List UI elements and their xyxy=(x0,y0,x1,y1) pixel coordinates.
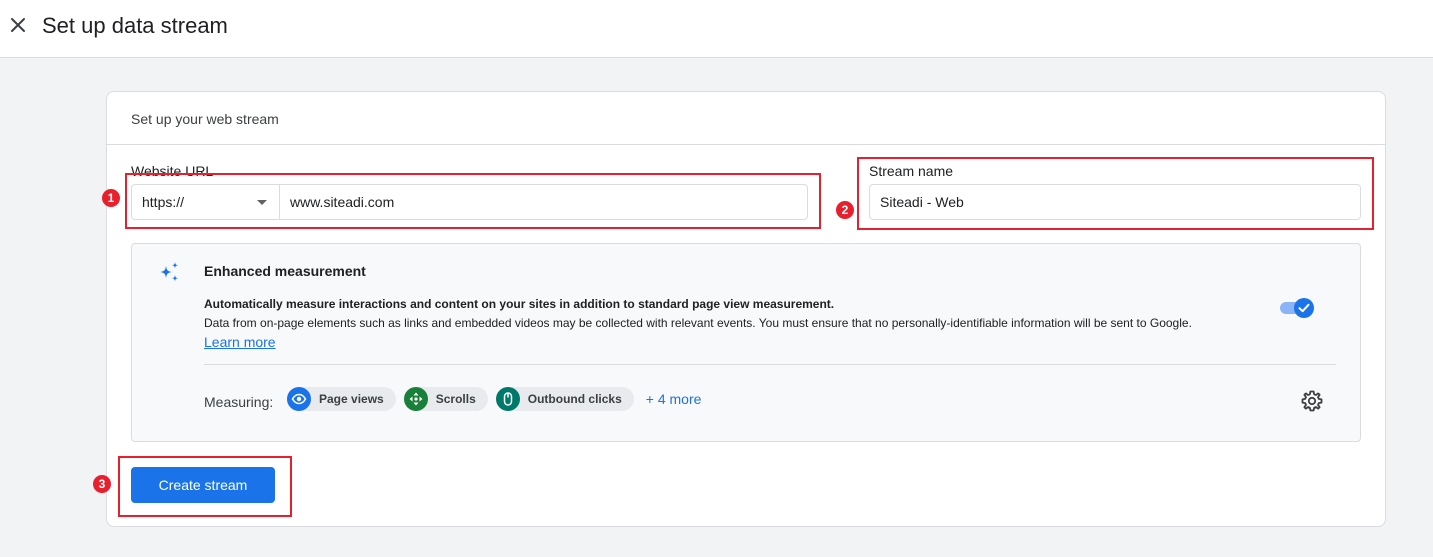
enhanced-measurement-panel: Enhanced measurement Automatically measu… xyxy=(131,243,1361,442)
eye-icon xyxy=(287,387,311,411)
measuring-label: Measuring: xyxy=(204,394,274,410)
chip-page-views: Page views xyxy=(287,387,396,411)
step-badge-2: 2 xyxy=(836,201,854,219)
highlight-box-create xyxy=(118,456,292,517)
gear-icon[interactable] xyxy=(1300,389,1324,413)
learn-more-link[interactable]: Learn more xyxy=(204,334,276,350)
measuring-chips: Page views Scrolls Outbound clicks + 4 m… xyxy=(287,387,701,411)
step-badge-1: 1 xyxy=(102,189,120,207)
checkmark-icon xyxy=(1298,303,1310,313)
card-header: Set up your web stream xyxy=(107,92,1385,145)
chip-label: Outbound clicks xyxy=(527,392,622,406)
page-title: Set up data stream xyxy=(42,13,228,38)
more-measurements-link[interactable]: + 4 more xyxy=(646,391,702,407)
sparkle-icon xyxy=(156,260,182,286)
enhanced-measurement-description: Data from on-page elements such as links… xyxy=(204,316,1192,330)
enhanced-measurement-toggle[interactable] xyxy=(1280,298,1316,318)
highlight-box-stream-name xyxy=(857,157,1374,230)
enhanced-measurement-description-bold: Automatically measure interactions and c… xyxy=(204,297,835,311)
chip-outbound-clicks: Outbound clicks xyxy=(495,387,634,411)
enhanced-measurement-title: Enhanced measurement xyxy=(204,263,366,279)
highlight-box-url xyxy=(125,173,821,229)
card-title: Set up your web stream xyxy=(131,111,279,127)
divider xyxy=(204,364,1336,365)
chip-label: Scrolls xyxy=(435,392,476,406)
chip-label: Page views xyxy=(319,392,384,406)
chip-scrolls: Scrolls xyxy=(403,387,488,411)
top-bar: Set up data stream xyxy=(0,0,1433,58)
close-icon[interactable] xyxy=(6,13,30,37)
mouse-icon xyxy=(495,387,520,411)
scroll-arrows-icon xyxy=(403,387,428,411)
toggle-knob xyxy=(1294,298,1314,318)
step-badge-3: 3 xyxy=(93,475,111,493)
